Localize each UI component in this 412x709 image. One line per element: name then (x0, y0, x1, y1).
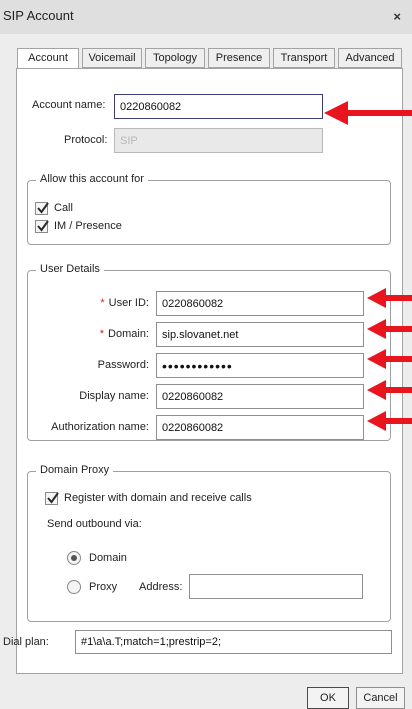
call-checkbox[interactable] (35, 202, 49, 215)
red-arrow-icon (367, 319, 412, 339)
account-name-input[interactable] (114, 94, 323, 119)
register-domain-label: Register with domain and receive calls (64, 492, 252, 504)
red-arrow-icon (367, 349, 412, 369)
display-name-input[interactable] (156, 384, 364, 409)
user-id-label-text: User ID: (108, 297, 149, 309)
red-arrow-icon (367, 380, 412, 400)
domain-input[interactable] (156, 322, 364, 347)
proxy-radio-label: Proxy (89, 581, 118, 593)
red-arrow-icon (367, 288, 412, 308)
red-arrow-icon (324, 101, 412, 125)
domain-proxy-group: Domain Proxy Register with domain and re… (27, 464, 391, 622)
tab-voicemail[interactable]: Voicemail (82, 48, 142, 68)
domain-label-text: Domain: (108, 328, 149, 340)
cancel-button[interactable]: Cancel (356, 687, 405, 709)
close-icon[interactable]: × (393, 9, 401, 24)
dial-plan-input[interactable] (75, 630, 392, 654)
register-domain-checkbox[interactable] (45, 492, 59, 505)
tab-advanced[interactable]: Advanced (338, 48, 402, 68)
tab-topology[interactable]: Topology (145, 48, 205, 68)
send-outbound-label: Send outbound via: (47, 518, 142, 530)
account-name-label: Account name: (32, 99, 106, 111)
im-presence-label: IM / Presence (54, 220, 122, 232)
window-title: SIP Account (3, 8, 74, 23)
allow-account-legend: Allow this account for (36, 173, 148, 185)
domain-proxy-legend: Domain Proxy (36, 464, 114, 476)
domain-radio[interactable] (67, 551, 81, 565)
account-tab-panel: Account name: Protocol: Allow this accou… (16, 68, 403, 674)
required-marker: * (99, 328, 105, 340)
tab-transport[interactable]: Transport (273, 48, 335, 68)
call-label: Call (54, 202, 73, 214)
sip-account-dialog: SIP Account × Account Voicemail Topology… (0, 0, 412, 709)
proxy-address-input[interactable] (189, 574, 363, 599)
checkmark-icon (37, 202, 49, 214)
domain-radio-label: Domain (89, 552, 127, 564)
password-label: Password: (97, 359, 149, 371)
ok-button[interactable]: OK (307, 687, 349, 709)
authorization-name-label: Authorization name: (51, 421, 149, 433)
im-presence-checkbox[interactable] (35, 220, 49, 233)
radio-dot-icon (71, 555, 77, 561)
title-bar: SIP Account × (0, 0, 412, 34)
tab-account[interactable]: Account (17, 48, 79, 69)
protocol-label: Protocol: (64, 134, 108, 146)
tab-presence[interactable]: Presence (208, 48, 270, 68)
user-details-group: User Details *User ID: *Domain: Password… (27, 263, 391, 441)
required-marker: * (100, 297, 105, 309)
password-input[interactable] (156, 353, 364, 378)
user-id-label: * User ID: (28, 297, 149, 309)
authorization-name-input[interactable] (156, 415, 364, 440)
checkmark-icon (47, 492, 59, 504)
display-name-label: Display name: (79, 390, 149, 402)
address-label: Address: (139, 581, 183, 593)
proxy-radio[interactable] (67, 580, 81, 594)
user-details-legend: User Details (36, 263, 104, 275)
checkmark-icon (37, 220, 49, 232)
domain-label: * Domain: (28, 328, 149, 340)
dial-plan-label: Dial plan: (3, 636, 49, 648)
allow-account-group: Allow this account for Call IM / Presenc… (27, 173, 391, 245)
user-id-input[interactable] (156, 291, 364, 316)
protocol-field (114, 128, 323, 153)
red-arrow-icon (367, 411, 412, 431)
